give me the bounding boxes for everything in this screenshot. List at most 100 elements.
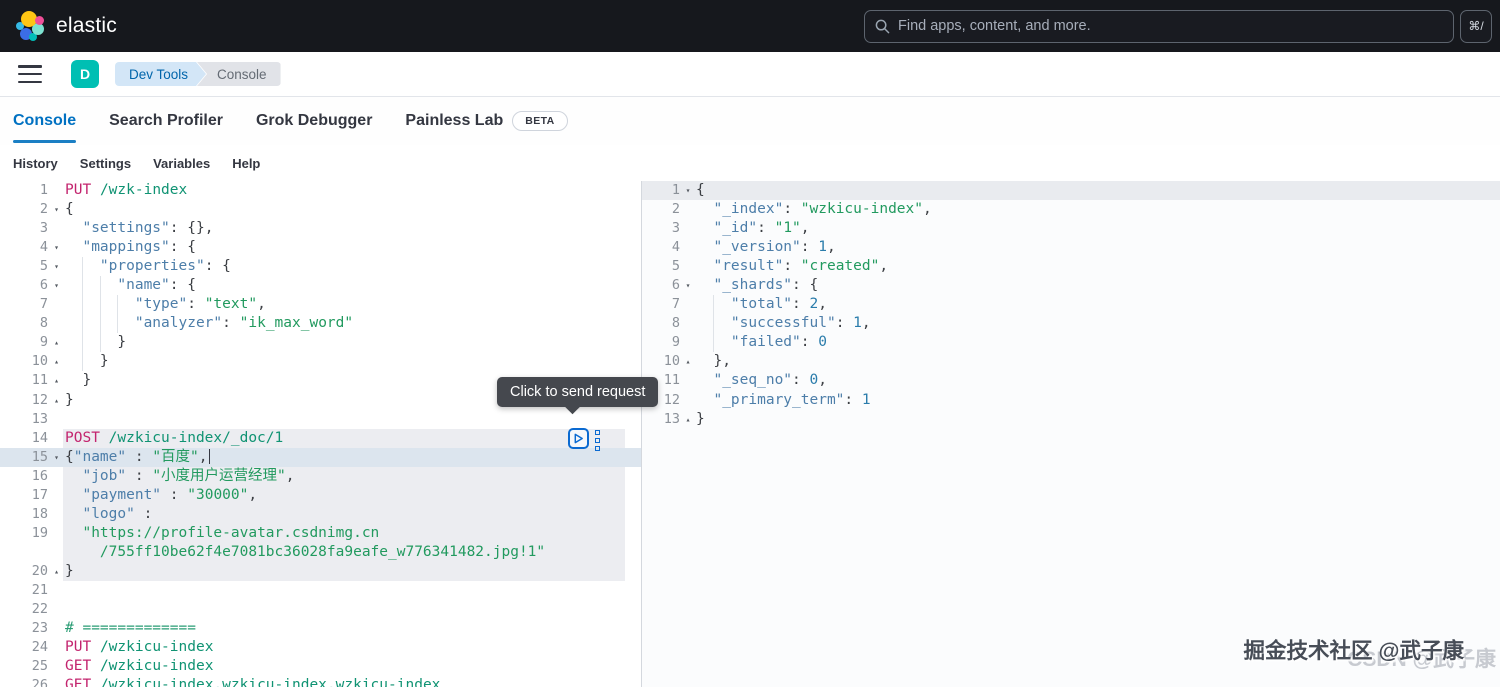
line-number: 13	[642, 410, 680, 429]
code-text: "failed": 0	[696, 333, 1500, 352]
code-text: }	[65, 333, 641, 352]
breadcrumb: Dev ToolsConsole	[115, 62, 281, 86]
fold-toggle-icon[interactable]: ▴	[48, 371, 65, 390]
code-line[interactable]: 14POST /wzkicu-index/_doc/1	[0, 429, 641, 448]
code-text: "_version": 1,	[696, 238, 1500, 257]
code-text: "payment" : "30000",	[65, 486, 641, 505]
line-number: 6	[0, 276, 48, 295]
output-line: 1▾{	[642, 181, 1500, 200]
code-text: "job" : "小度用户运营经理",	[65, 467, 641, 486]
indent-guide	[100, 295, 101, 314]
line-number: 12	[0, 391, 48, 410]
indent-guide	[82, 257, 83, 276]
code-line[interactable]: 24PUT /wzkicu-index	[0, 638, 641, 657]
code-text	[65, 581, 641, 600]
menu-item-history[interactable]: History	[13, 156, 58, 171]
code-line[interactable]: 7 "type": "text",	[0, 295, 641, 314]
global-search-input[interactable]	[898, 18, 1443, 34]
fold-toggle-icon[interactable]: ▾	[48, 448, 65, 467]
output-line: 13▴}	[642, 410, 1500, 429]
global-header: elastic ⌘/	[0, 0, 1500, 52]
code-text: }	[696, 410, 1500, 429]
breadcrumb-console: Console	[197, 62, 281, 86]
code-line[interactable]: 20▴}	[0, 562, 641, 581]
code-line[interactable]: 25GET /wzkicu-index	[0, 657, 641, 676]
line-number: 14	[0, 429, 48, 448]
global-search-box[interactable]	[864, 10, 1454, 43]
menu-item-variables[interactable]: Variables	[153, 156, 210, 171]
fold-toggle-icon[interactable]: ▾	[48, 276, 65, 295]
tab-grok-debugger[interactable]: Grok Debugger	[256, 97, 372, 145]
indent-guide	[117, 314, 118, 333]
menu-item-settings[interactable]: Settings	[80, 156, 131, 171]
code-line[interactable]: 17 "payment" : "30000",	[0, 486, 641, 505]
console-editor: 1PUT /wzk-index2▾{3 "settings": {},4▾ "m…	[0, 181, 1500, 687]
fold-toggle-icon[interactable]: ▾	[680, 276, 696, 295]
fold-toggle-icon[interactable]: ▴	[680, 352, 696, 371]
fold-toggle-icon[interactable]: ▾	[48, 238, 65, 257]
fold-gutter	[680, 371, 696, 390]
code-line[interactable]: 5▾ "properties": {	[0, 257, 641, 276]
response-output-pane[interactable]: 1▾{2 "_index": "wzkicu-index",3 "_id": "…	[642, 181, 1500, 687]
code-line[interactable]: 4▾ "mappings": {	[0, 238, 641, 257]
line-number: 19	[0, 524, 48, 543]
line-number: 9	[642, 333, 680, 352]
code-text: "successful": 1,	[696, 314, 1500, 333]
code-line[interactable]: 9▴ }	[0, 333, 641, 352]
line-number: 6	[642, 276, 680, 295]
indent-guide	[82, 295, 83, 314]
fold-gutter	[48, 524, 65, 543]
code-line[interactable]: 3 "settings": {},	[0, 219, 641, 238]
fold-toggle-icon[interactable]: ▾	[48, 200, 65, 219]
code-line[interactable]: 15▾{"name" : "百度",	[0, 448, 641, 467]
request-editor-pane[interactable]: 1PUT /wzk-index2▾{3 "settings": {},4▾ "m…	[0, 181, 642, 687]
code-text: "mappings": {	[65, 238, 641, 257]
elastic-logo-icon	[16, 11, 46, 41]
code-line[interactable]: 26GET /wzkicu-index,wzkicu-index,wzkicu-…	[0, 676, 641, 687]
fold-gutter	[680, 200, 696, 219]
code-line[interactable]: 2▾{	[0, 200, 641, 219]
tab-console[interactable]: Console	[13, 97, 76, 145]
tab-label: Search Profiler	[109, 112, 223, 130]
output-line: 3 "_id": "1",	[642, 219, 1500, 238]
fold-toggle-icon[interactable]: ▴	[48, 562, 65, 581]
code-line[interactable]: 8 "analyzer": "ik_max_word"	[0, 314, 641, 333]
fold-gutter	[680, 257, 696, 276]
code-text: "_primary_term": 1	[696, 391, 1500, 410]
code-text: # =============	[65, 619, 641, 638]
code-text: }	[65, 352, 641, 371]
code-line[interactable]: 13	[0, 410, 641, 429]
code-line[interactable]: 22	[0, 600, 641, 619]
fold-gutter	[680, 333, 696, 352]
tab-painless-lab[interactable]: Painless LabBETA	[405, 97, 567, 145]
line-number: 2	[642, 200, 680, 219]
fold-gutter	[48, 429, 65, 448]
code-line[interactable]: 23# =============	[0, 619, 641, 638]
output-line: 7 "total": 2,	[642, 295, 1500, 314]
code-line[interactable]: /755ff10be62f4e7081bc36028fa9eafe_w77634…	[0, 543, 641, 562]
tab-search-profiler[interactable]: Search Profiler	[109, 97, 223, 145]
line-number: 26	[0, 676, 48, 687]
breadcrumb-bar: D Dev ToolsConsole	[0, 52, 1500, 97]
code-line[interactable]: 1PUT /wzk-index	[0, 181, 641, 200]
send-request-button[interactable]	[568, 428, 589, 449]
code-line[interactable]: 10▴ }	[0, 352, 641, 371]
code-line[interactable]: 21	[0, 581, 641, 600]
code-line[interactable]: 16 "job" : "小度用户运营经理",	[0, 467, 641, 486]
fold-toggle-icon[interactable]: ▴	[48, 352, 65, 371]
indent-guide	[82, 276, 83, 295]
code-line[interactable]: 6▾ "name": {	[0, 276, 641, 295]
fold-toggle-icon[interactable]: ▾	[680, 181, 696, 200]
code-line[interactable]: 18 "logo" :	[0, 505, 641, 524]
line-number: 3	[642, 219, 680, 238]
line-number: 10	[0, 352, 48, 371]
code-line[interactable]: 19 "https://profile-avatar.csdnimg.cn	[0, 524, 641, 543]
menu-hamburger-icon[interactable]	[18, 65, 42, 83]
tab-label: Console	[13, 112, 76, 130]
menu-item-help[interactable]: Help	[232, 156, 260, 171]
breadcrumb-dev-tools[interactable]: Dev Tools	[115, 62, 206, 86]
fold-toggle-icon[interactable]: ▴	[680, 410, 696, 429]
fold-toggle-icon[interactable]: ▾	[48, 257, 65, 276]
fold-toggle-icon[interactable]: ▴	[48, 391, 65, 410]
fold-toggle-icon[interactable]: ▴	[48, 333, 65, 352]
